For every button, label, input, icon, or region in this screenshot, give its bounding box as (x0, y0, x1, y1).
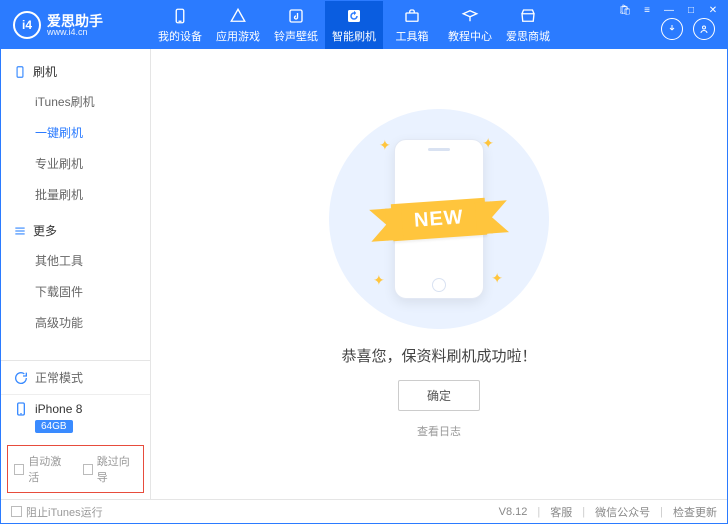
tab-label: 智能刷机 (332, 28, 376, 44)
sparkle-icon: ✦ (373, 272, 385, 289)
menu-icon[interactable]: ≡ (638, 3, 656, 17)
checkbox-label: 自动激活 (28, 453, 68, 485)
device-mode[interactable]: 正常模式 (1, 361, 150, 395)
sidebar-item-pro-flash[interactable]: 专业刷机 (1, 148, 150, 179)
tab-label: 工具箱 (396, 28, 429, 44)
tab-toolbox[interactable]: 工具箱 (383, 1, 441, 49)
checkbox-icon (83, 464, 93, 475)
device-icon (171, 7, 189, 25)
flash-group-icon (13, 65, 27, 79)
device-info[interactable]: iPhone 8 64GB (1, 395, 150, 441)
tab-label: 铃声壁纸 (274, 28, 318, 44)
logo-icon: i4 (13, 11, 41, 39)
tab-apps[interactable]: 应用游戏 (209, 1, 267, 49)
sidebar-item-download-firmware[interactable]: 下载固件 (1, 276, 150, 307)
sidebar-item-oneclick-flash[interactable]: 一键刷机 (1, 117, 150, 148)
sidebar-item-advanced[interactable]: 高级功能 (1, 307, 150, 338)
app-name: 爱思助手 (47, 14, 103, 28)
success-message: 恭喜您，保资料刷机成功啦！ (341, 345, 536, 366)
close-icon[interactable]: ✕ (704, 3, 722, 17)
checkbox-icon (14, 464, 24, 475)
status-bar: 阻止iTunes运行 V8.12 | 客服 | 微信公众号 | 检查更新 (1, 499, 727, 523)
tab-store[interactable]: 爱思商城 (499, 1, 557, 49)
group-label: 刷机 (33, 63, 57, 80)
checkbox-auto-activate[interactable]: 自动激活 (14, 453, 69, 485)
sidebar-item-itunes-flash[interactable]: iTunes刷机 (1, 86, 150, 117)
confirm-button[interactable]: 确定 (398, 380, 480, 411)
cart-icon[interactable]: 🛍 (616, 3, 634, 17)
phone-icon (13, 401, 29, 417)
music-icon (287, 7, 305, 25)
new-ribbon: NEW (391, 197, 487, 240)
divider: | (660, 506, 663, 518)
sidebar-group-flash: 刷机 (1, 57, 150, 86)
options-highlight: 自动激活 跳过向导 (7, 445, 144, 493)
apps-icon (229, 7, 247, 25)
tab-label: 我的设备 (158, 28, 202, 44)
tab-label: 教程中心 (448, 28, 492, 44)
header-tabs: 我的设备 应用游戏 铃声壁纸 智能刷机 工具箱 教程中心 (151, 1, 661, 49)
more-group-icon (13, 224, 27, 238)
support-link[interactable]: 客服 (550, 504, 572, 520)
sidebar-item-batch-flash[interactable]: 批量刷机 (1, 179, 150, 210)
sidebar: 刷机 iTunes刷机 一键刷机 专业刷机 批量刷机 更多 其他工具 下载固件 … (1, 49, 151, 499)
checkbox-label: 阻止iTunes运行 (26, 504, 103, 520)
sparkle-icon: ✦ (379, 137, 391, 154)
toolbox-icon (403, 7, 421, 25)
store-icon (519, 7, 537, 25)
success-illustration: ✦ ✦ ✦ ✦ NEW (329, 109, 549, 329)
group-label: 更多 (33, 222, 57, 239)
sparkle-icon: ✦ (482, 135, 494, 152)
main-content: ✦ ✦ ✦ ✦ NEW 恭喜您，保资料刷机成功啦！ 确定 查看日志 (151, 49, 727, 499)
device-name: iPhone 8 (35, 402, 82, 416)
checkbox-icon (11, 506, 22, 517)
sparkle-icon: ✦ (491, 270, 503, 287)
tab-tutorials[interactable]: 教程中心 (441, 1, 499, 49)
tab-flash[interactable]: 智能刷机 (325, 1, 383, 49)
wechat-link[interactable]: 微信公众号 (595, 504, 650, 520)
mode-label: 正常模式 (35, 369, 83, 386)
user-button[interactable] (693, 18, 715, 40)
tab-label: 爱思商城 (506, 28, 550, 44)
storage-badge: 64GB (35, 420, 73, 433)
app-logo: i4 爱思助手 www.i4.cn (1, 11, 151, 39)
tab-my-device[interactable]: 我的设备 (151, 1, 209, 49)
view-log-link[interactable]: 查看日志 (417, 423, 461, 439)
checkbox-block-itunes[interactable]: 阻止iTunes运行 (11, 504, 103, 520)
sidebar-group-more: 更多 (1, 216, 150, 245)
checkbox-label: 跳过向导 (97, 453, 137, 485)
refresh-icon (13, 370, 29, 386)
refresh-icon (345, 7, 363, 25)
sidebar-item-other-tools[interactable]: 其他工具 (1, 245, 150, 276)
download-icon (666, 23, 678, 35)
checkbox-skip-guide[interactable]: 跳过向导 (83, 453, 138, 485)
book-icon (461, 7, 479, 25)
tab-ringtones[interactable]: 铃声壁纸 (267, 1, 325, 49)
download-button[interactable] (661, 18, 683, 40)
maximize-icon[interactable]: □ (682, 3, 700, 17)
version-label: V8.12 (499, 506, 528, 518)
user-icon (698, 23, 710, 35)
divider: | (582, 506, 585, 518)
app-domain: www.i4.cn (47, 28, 103, 37)
tab-label: 应用游戏 (216, 28, 260, 44)
minimize-icon[interactable]: — (660, 3, 678, 17)
check-update-link[interactable]: 检查更新 (673, 504, 717, 520)
divider: | (537, 506, 540, 518)
